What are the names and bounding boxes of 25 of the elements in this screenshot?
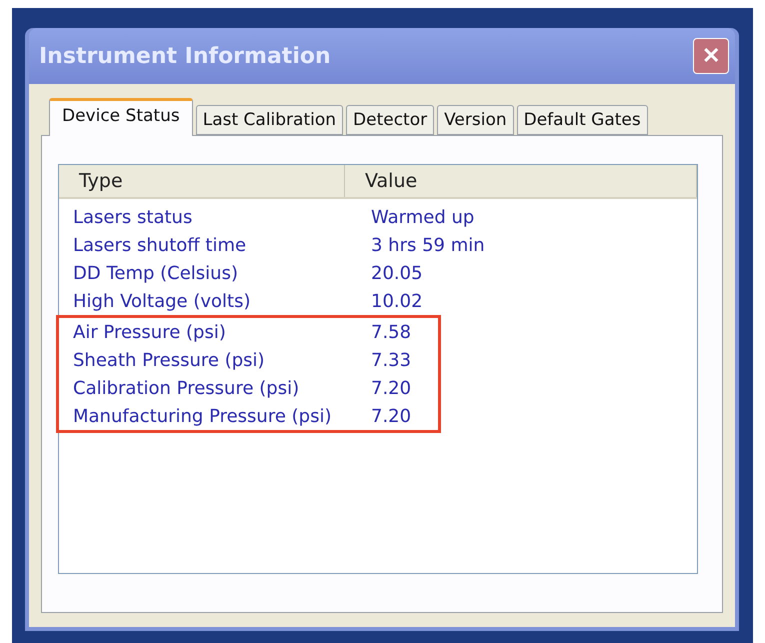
column-header[interactable]: Type [59,165,345,197]
tab[interactable]: Version [437,105,514,135]
table-cell-text: Lasers status [72,206,194,228]
table-cell-text: DD Temp (Celsius) [72,262,239,284]
table-cell-text: Manufacturing Pressure (psi) [72,406,332,426]
table-cell-text: 7.20 [370,406,412,426]
table-cell-text: 7.58 [370,322,412,342]
table-cell-text: 7.33 [370,350,412,370]
tab[interactable]: Device Status [49,98,193,136]
table-cell-text: High Voltage (volts) [72,290,252,312]
column-header[interactable]: Value [345,165,697,197]
window-title: Instrument Information [39,44,331,68]
table-cell-text: 7.20 [370,378,412,398]
table-cell-text: Lasers shutoff time [72,234,248,256]
table-cell-text: Sheath Pressure (psi) [72,350,266,370]
tab[interactable]: Default Gates [516,105,648,135]
tab[interactable]: Detector [346,105,434,135]
tab[interactable]: Last Calibration [196,105,344,135]
table-cell-text: Warmed up [370,206,476,228]
table-cell-text: 20.05 [370,262,424,284]
close-button[interactable]: ✕ [693,38,729,74]
table-cell-text: 10.02 [370,290,424,312]
table-cell-text: Air Pressure (psi) [72,322,227,342]
table-cell-text: Calibration Pressure (psi) [72,378,300,398]
table-cell-text: 3 hrs 59 min [370,234,486,256]
